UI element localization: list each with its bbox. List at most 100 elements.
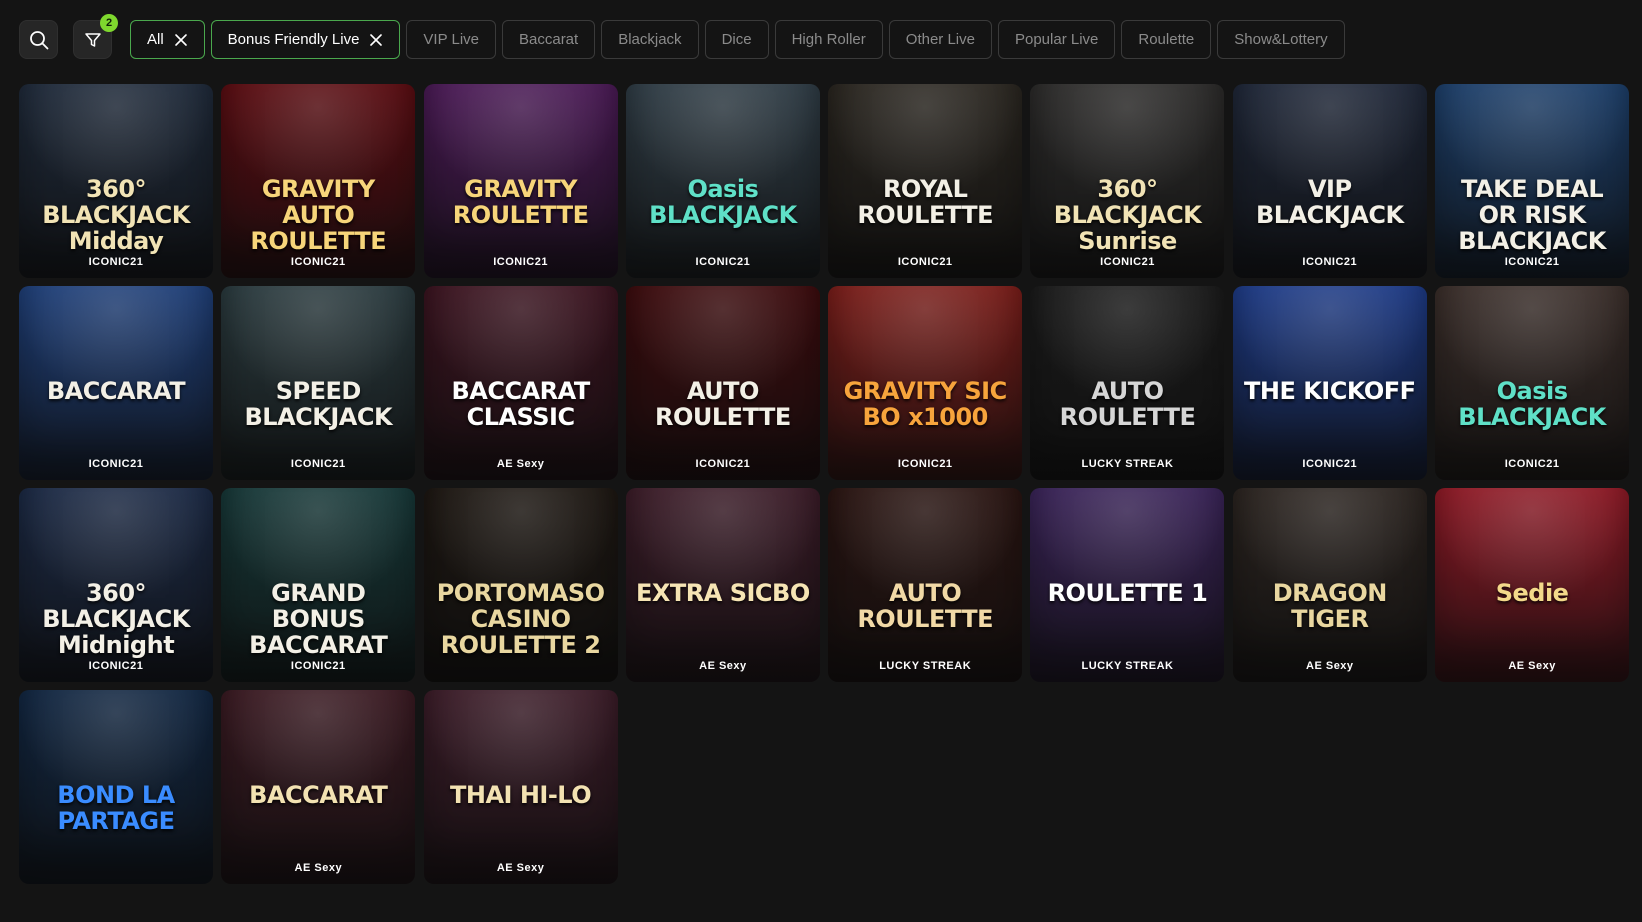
- filter-bar: 2 All Bonus Friendly Live VIP Live Baccarat…: [19, 14, 1345, 59]
- provider-logo: ICONIC21: [695, 458, 751, 470]
- filter-icon: [84, 32, 101, 47]
- provider-logo: AE Sexy: [496, 458, 545, 470]
- game-tile[interactable]: GRAVITY SIC BO x1000 ICONIC21: [828, 286, 1023, 480]
- game-title: THE KICKOFF: [1244, 377, 1416, 405]
- game-title: 360° BLACKJACK Midnight: [42, 579, 190, 659]
- search-button[interactable]: [19, 20, 58, 59]
- game-title: Oasis BLACKJACK: [1458, 377, 1606, 431]
- filter-count-badge: 2: [100, 14, 118, 32]
- filter-chip-show-lottery[interactable]: Show&Lottery: [1217, 20, 1345, 59]
- game-tile[interactable]: AUTO ROULETTE LUCKY STREAK: [1030, 286, 1225, 480]
- game-grid: 360° BLACKJACK Midday ICONIC21 GRAVITY AUT…: [19, 84, 1630, 884]
- provider-logo: AE Sexy: [1508, 660, 1556, 672]
- filter-chip-label: Popular Live: [1014, 31, 1099, 48]
- close-icon[interactable]: [369, 33, 383, 47]
- provider-logo: ICONIC21: [897, 458, 953, 470]
- filter-chip-popular-live[interactable]: Popular Live: [997, 20, 1116, 59]
- game-tile[interactable]: BACCARAT AE Sexy: [221, 690, 416, 884]
- game-title: ROYAL ROULETTE: [857, 175, 994, 229]
- provider-logo: AE Sexy: [699, 660, 747, 672]
- filter-chip-label: Other Live: [905, 31, 975, 48]
- game-tile[interactable]: Sedie AE Sexy: [1435, 488, 1630, 682]
- game-tile[interactable]: BOND LA PARTAGE: [19, 690, 213, 884]
- filter-chip-label: Blackjack: [618, 31, 682, 48]
- filter-chip-blackjack[interactable]: Blackjack: [601, 20, 699, 59]
- filter-chip-other-live[interactable]: Other Live: [888, 20, 992, 59]
- game-title: EXTRA SICBO: [636, 579, 810, 607]
- game-title: ROULETTE 1: [1047, 579, 1208, 607]
- game-tile[interactable]: GRAND BONUS BACCARAT ICONIC21: [221, 488, 416, 682]
- game-title: GRAND BONUS BACCARAT: [249, 579, 388, 659]
- game-title: GRAVITY SIC BO x1000: [843, 377, 1008, 431]
- game-tile[interactable]: PORTOMASO CASINO ROULETTE 2: [423, 488, 618, 682]
- filter-button[interactable]: 2: [73, 14, 118, 59]
- game-tile[interactable]: ROULETTE 1 LUCKY STREAK: [1030, 488, 1225, 682]
- provider-logo: LUCKY STREAK: [1081, 660, 1174, 672]
- provider-logo: LUCKY STREAK: [1081, 458, 1174, 470]
- game-tile[interactable]: TAKE DEAL OR RISK BLACKJACK ICONIC21: [1435, 84, 1630, 278]
- provider-logo: ICONIC21: [88, 660, 144, 672]
- provider-logo: ICONIC21: [290, 256, 346, 268]
- game-title: 360° BLACKJACK Midday: [42, 175, 190, 255]
- game-tile[interactable]: AUTO ROULETTE LUCKY STREAK: [828, 488, 1023, 682]
- filter-chip-label: Dice: [721, 31, 752, 48]
- provider-logo: ICONIC21: [695, 256, 751, 268]
- filter-chip-all[interactable]: All: [130, 20, 205, 59]
- provider-logo: ICONIC21: [1302, 458, 1358, 470]
- game-title: AUTO ROULETTE: [655, 377, 791, 431]
- game-title: AUTO ROULETTE: [857, 579, 994, 633]
- filter-chip-baccarat[interactable]: Baccarat: [502, 20, 596, 59]
- game-title: Sedie: [1495, 579, 1569, 607]
- filter-chip-high-roller[interactable]: High Roller: [774, 20, 883, 59]
- provider-logo: ICONIC21: [1100, 256, 1155, 268]
- filter-chip-label: Bonus Friendly Live: [227, 31, 360, 48]
- game-title: BACCARAT CLASSIC: [451, 377, 590, 431]
- game-tile[interactable]: 360° BLACKJACK Midday ICONIC21: [19, 84, 213, 278]
- provider-logo: ICONIC21: [1302, 256, 1358, 268]
- provider-logo: LUCKY STREAK: [879, 660, 972, 672]
- game-tile[interactable]: SPEED BLACKJACK ICONIC21: [221, 286, 416, 480]
- game-tile[interactable]: AUTO ROULETTE ICONIC21: [625, 286, 820, 480]
- filter-chip-label: High Roller: [791, 31, 866, 48]
- filter-chip-label: Baccarat: [519, 31, 579, 48]
- search-icon: [29, 30, 48, 49]
- game-tile[interactable]: ROYAL ROULETTE ICONIC21: [828, 84, 1023, 278]
- filter-chip-dice[interactable]: Dice: [704, 20, 769, 59]
- game-tile[interactable]: THAI HI-LO AE Sexy: [423, 690, 618, 884]
- game-tile[interactable]: GRAVITY ROULETTE ICONIC21: [423, 84, 618, 278]
- filter-chip-bonus-friendly-live[interactable]: Bonus Friendly Live: [210, 20, 401, 59]
- provider-logo: ICONIC21: [1504, 256, 1560, 268]
- game-title: PORTOMASO CASINO ROULETTE 2: [436, 579, 605, 659]
- provider-logo: AE Sexy: [1306, 660, 1354, 672]
- filter-chip-label: All: [147, 31, 164, 48]
- game-title: GRAVITY AUTO ROULETTE: [250, 175, 387, 255]
- provider-logo: ICONIC21: [290, 660, 346, 672]
- game-tile[interactable]: BACCARAT ICONIC21: [19, 286, 213, 480]
- game-title: BOND LA PARTAGE: [57, 781, 175, 835]
- game-tile[interactable]: 360° BLACKJACK Midnight ICONIC21: [19, 488, 213, 682]
- provider-logo: ICONIC21: [88, 256, 144, 268]
- close-icon[interactable]: [174, 33, 188, 47]
- game-tile[interactable]: Oasis BLACKJACK ICONIC21: [1435, 286, 1630, 480]
- provider-logo: AE Sexy: [496, 862, 545, 874]
- game-title: THAI HI-LO: [450, 781, 592, 809]
- game-tile[interactable]: 360° BLACKJACK Sunrise ICONIC21: [1030, 84, 1225, 278]
- game-tile[interactable]: THE KICKOFF ICONIC21: [1232, 286, 1427, 480]
- provider-logo: ICONIC21: [1504, 458, 1560, 470]
- game-title: GRAVITY ROULETTE: [452, 175, 589, 229]
- game-title: VIP BLACKJACK: [1255, 175, 1404, 229]
- game-title: BACCARAT: [249, 781, 388, 809]
- provider-logo: ICONIC21: [290, 458, 346, 470]
- filter-chip-label: Show&Lottery: [1234, 31, 1328, 48]
- game-tile[interactable]: EXTRA SICBO AE Sexy: [625, 488, 820, 682]
- filter-chip-vip-live[interactable]: VIP Live: [406, 20, 496, 59]
- game-title: DRAGON TIGER: [1272, 579, 1388, 633]
- game-tile[interactable]: BACCARAT CLASSIC AE Sexy: [423, 286, 618, 480]
- game-tile[interactable]: DRAGON TIGER AE Sexy: [1232, 488, 1427, 682]
- provider-logo: ICONIC21: [88, 458, 144, 470]
- filter-chip-roulette[interactable]: Roulette: [1121, 20, 1212, 59]
- game-tile[interactable]: VIP BLACKJACK ICONIC21: [1232, 84, 1427, 278]
- filter-chip-label: VIP Live: [423, 31, 479, 48]
- game-tile[interactable]: Oasis BLACKJACK ICONIC21: [625, 84, 820, 278]
- game-tile[interactable]: GRAVITY AUTO ROULETTE ICONIC21: [221, 84, 416, 278]
